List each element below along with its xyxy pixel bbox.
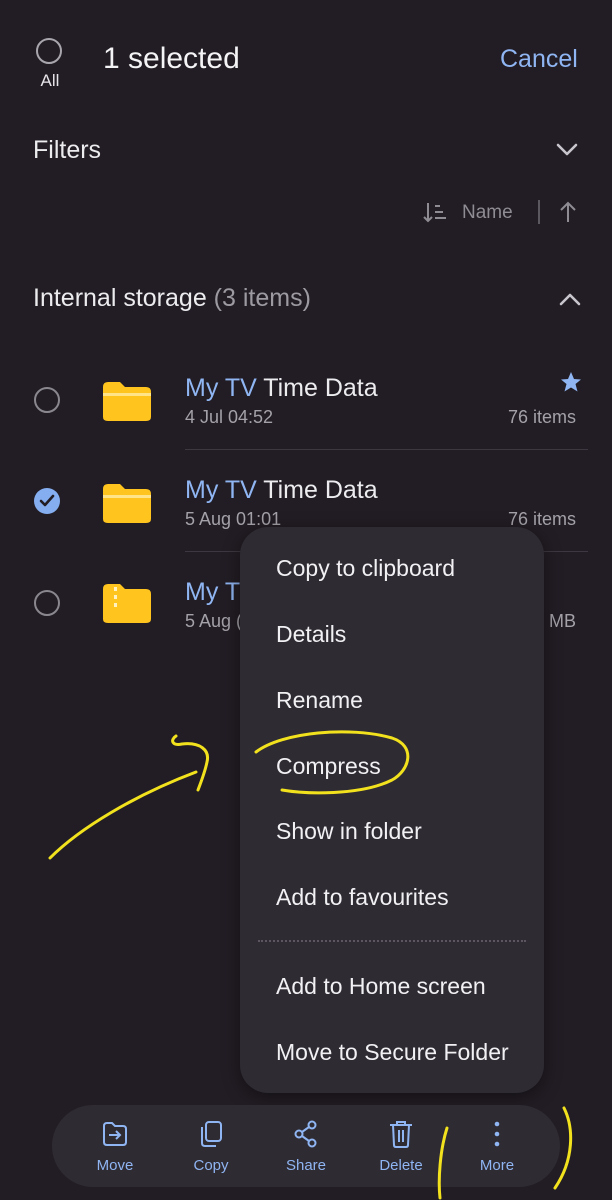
sort-divider: [538, 200, 540, 224]
share-button[interactable]: Share: [266, 1105, 346, 1187]
arrow-up-icon[interactable]: [557, 200, 579, 224]
file-date: 5 Aug (: [185, 611, 243, 631]
more-options-menu: Copy to clipboard Details Rename Compres…: [240, 527, 544, 1093]
file-name-match: My TV: [185, 374, 257, 402]
file-date: 4 Jul 04:52: [185, 407, 274, 427]
folder-icon: [103, 484, 151, 523]
file-item-count: 76 items: [507, 407, 576, 427]
trash-icon: [390, 1121, 412, 1148]
copy-label: Copy: [193, 1157, 229, 1174]
file-name: My TV Time Data: [185, 476, 378, 505]
more-button[interactable]: More: [457, 1105, 537, 1187]
copy-button[interactable]: Copy: [171, 1105, 251, 1187]
menu-item-details[interactable]: Details: [276, 621, 346, 648]
file-name: My TV Time Data: [185, 374, 378, 403]
share-label: Share: [285, 1157, 327, 1174]
more-label: More: [479, 1157, 515, 1174]
select-all-checkbox[interactable]: [36, 38, 62, 64]
sort-icon[interactable]: [422, 200, 448, 224]
file-select-checkbox[interactable]: [34, 590, 60, 616]
menu-item-add-to-favourites[interactable]: Add to favourites: [276, 884, 449, 911]
file-row[interactable]: My TV Time Data 4 Jul 04:52 76 items: [0, 350, 612, 450]
share-icon: [294, 1120, 317, 1148]
file-select-checkbox-checked[interactable]: [34, 488, 60, 514]
sort-by-name[interactable]: Name: [462, 202, 513, 224]
more-vertical-icon: [494, 1121, 500, 1147]
folder-icon: [103, 382, 151, 421]
star-icon: [561, 372, 581, 392]
delete-button[interactable]: Delete: [361, 1105, 441, 1187]
zip-folder-icon: [103, 584, 151, 623]
menu-item-add-to-home-screen[interactable]: Add to Home screen: [276, 973, 486, 1000]
menu-item-rename[interactable]: Rename: [276, 687, 363, 714]
chevron-up-icon[interactable]: [556, 288, 584, 310]
storage-title: Internal storage: [33, 284, 207, 312]
menu-divider: [258, 940, 526, 942]
row-divider: [185, 449, 588, 450]
move-label: Move: [96, 1157, 134, 1174]
move-button[interactable]: Move: [75, 1105, 155, 1187]
chevron-down-icon[interactable]: [553, 138, 581, 160]
bottom-action-bar: Move Copy Share Delete More: [52, 1105, 560, 1187]
file-name-match: My TV: [185, 476, 257, 504]
menu-item-move-to-secure-folder[interactable]: Move to Secure Folder: [276, 1039, 509, 1066]
annotation-arrow-head: [171, 734, 210, 792]
move-icon: [103, 1122, 127, 1146]
cancel-button[interactable]: Cancel: [500, 45, 578, 74]
copy-icon: [201, 1121, 222, 1147]
menu-item-copy-to-clipboard[interactable]: Copy to clipboard: [276, 555, 455, 582]
file-name-rest: Time Data: [256, 476, 378, 504]
select-all-label[interactable]: All: [36, 71, 64, 91]
menu-item-compress[interactable]: Compress: [276, 753, 381, 780]
menu-item-show-in-folder[interactable]: Show in folder: [276, 818, 422, 845]
storage-item-count: (3 items): [213, 284, 311, 312]
filters-label[interactable]: Filters: [33, 136, 101, 165]
check-icon: [39, 494, 55, 507]
file-name-rest: Time Data: [256, 374, 378, 402]
page-title: 1 selected: [103, 42, 240, 75]
delete-label: Delete: [379, 1157, 423, 1174]
file-select-checkbox[interactable]: [34, 387, 60, 413]
annotation-arrow-line: [48, 770, 198, 860]
file-size: MB: [549, 611, 576, 631]
storage-section-title[interactable]: Internal storage (3 items): [33, 284, 311, 313]
